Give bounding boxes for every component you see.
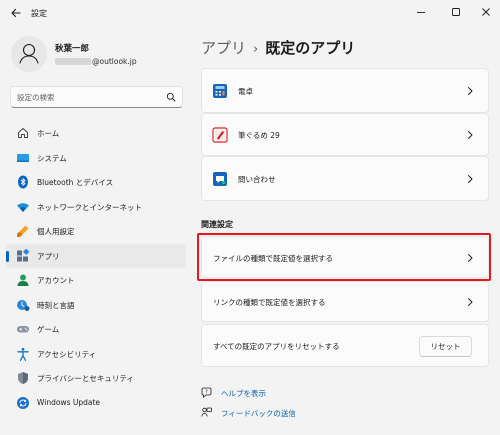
personalization-icon <box>17 225 29 237</box>
app-card-contact-support[interactable]: 問い合わせ <box>201 156 489 201</box>
get-help-label: ヘルプを表示 <box>221 389 266 398</box>
search-icon[interactable] <box>166 92 176 102</box>
sidebar-item-bluetooth[interactable]: Bluetooth とデバイス <box>6 170 186 195</box>
app-card-label: 電卓 <box>238 87 253 96</box>
chevron-right-icon <box>468 175 473 183</box>
sidebar-item-account[interactable]: アカウント <box>6 268 186 293</box>
sidebar-item-label: アプリ <box>37 251 60 261</box>
related-setting-label: ファイルの種類で既定値を選択する <box>213 254 333 263</box>
sidebar-item-label: Windows Update <box>37 397 101 407</box>
sidebar-item-label: システム <box>37 153 67 163</box>
sidebar-item-label: ネットワークとインターネット <box>37 202 142 212</box>
email-suffix: @outlook.jp <box>92 57 137 66</box>
sidebar-item-label: アクセシビリティ <box>37 349 97 359</box>
breadcrumb-parent[interactable]: アプリ <box>201 39 246 57</box>
user-name: 秋葉一郎 <box>55 44 90 54</box>
chevron-right-icon <box>468 87 473 95</box>
time-language-icon <box>17 299 30 311</box>
app-card-fudegurume[interactable]: 筆ぐるめ 29 <box>201 113 489 156</box>
help-icon: ? <box>201 387 212 398</box>
sidebar-item-home[interactable]: ホーム <box>6 121 186 146</box>
account-icon <box>17 274 29 286</box>
minimize-icon[interactable] <box>413 4 429 20</box>
home-icon <box>18 128 28 138</box>
sidebar-item-windows-update[interactable]: Windows Update <box>6 391 186 416</box>
reset-button[interactable]: リセット <box>419 336 472 357</box>
search-input[interactable] <box>17 91 157 104</box>
app-card-label: 問い合わせ <box>238 175 276 184</box>
window-title: 設定 <box>31 9 47 18</box>
feedback-icon <box>201 407 212 417</box>
bluetooth-icon <box>18 175 28 189</box>
sidebar-item-label: ゲーム <box>37 325 60 334</box>
close-icon[interactable] <box>478 4 494 20</box>
contact-support-icon <box>213 172 227 186</box>
app-card-calculator[interactable]: 電卓 <box>201 68 489 113</box>
page-title: 既定のアプリ <box>265 39 356 57</box>
sidebar-item-accessibility[interactable]: アクセシビリティ <box>6 342 186 367</box>
breadcrumb: アプリ › 既定のアプリ <box>201 37 355 58</box>
chevron-right-icon <box>468 131 473 139</box>
sidebar-item-label: アカウント <box>37 276 75 285</box>
chevron-right-icon <box>468 298 473 306</box>
search-box[interactable] <box>10 86 183 108</box>
reset-default-apps: すべての既定のアプリをリセットする リセット <box>201 324 489 367</box>
sidebar-item-network[interactable]: ネットワークとインターネット <box>6 195 186 220</box>
chevron-right-icon <box>468 254 473 262</box>
title-bar: 設定 <box>0 0 500 26</box>
related-settings-heading: 関連設定 <box>201 220 233 229</box>
sidebar-item-privacy[interactable]: プライバシーとセキュリティ <box>6 366 186 391</box>
windows-update-icon <box>17 396 29 409</box>
avatar <box>11 36 47 72</box>
sidebar-item-system[interactable]: システム <box>6 146 186 171</box>
system-icon <box>17 153 29 162</box>
apps-icon <box>17 248 30 261</box>
user-profile[interactable]: 秋葉一郎 @outlook.jp <box>11 36 191 76</box>
sidebar-item-personalization[interactable]: 個人用設定 <box>6 219 186 244</box>
network-icon <box>17 202 29 212</box>
sidebar-item-label: Bluetooth とデバイス <box>37 178 114 187</box>
sidebar-item-time-language[interactable]: 時刻と言語 <box>6 293 186 318</box>
related-setting-label: リンクの種類で既定値を選択する <box>213 298 326 307</box>
shield-icon <box>18 372 28 384</box>
breadcrumb-separator: › <box>253 42 259 57</box>
email-redaction <box>55 58 91 65</box>
maximize-icon[interactable] <box>448 4 464 20</box>
choose-defaults-by-file-type[interactable]: ファイルの種類で既定値を選択する <box>201 236 489 278</box>
sidebar-item-label: 時刻と言語 <box>37 300 75 310</box>
fudegurume-icon <box>212 127 228 143</box>
sidebar-item-label: 個人用設定 <box>37 227 75 236</box>
sidebar-nav: ホーム システム Bluetooth とデバイス ネットワークとインターネット … <box>6 121 186 415</box>
gaming-icon <box>17 326 29 333</box>
sidebar-item-label: ホーム <box>37 129 60 138</box>
sidebar-item-label: プライバシーとセキュリティ <box>37 374 134 383</box>
sidebar-item-apps[interactable]: アプリ <box>6 243 186 268</box>
choose-defaults-by-link-type[interactable]: リンクの種類で既定値を選択する <box>201 281 489 322</box>
sidebar-item-gaming[interactable]: ゲーム <box>6 317 186 342</box>
selection-indicator <box>6 250 9 262</box>
reset-label: すべての既定のアプリをリセットする <box>213 342 340 351</box>
back-arrow-icon[interactable] <box>9 6 23 20</box>
user-email: @outlook.jp <box>55 57 137 66</box>
calculator-icon <box>213 84 227 98</box>
person-icon <box>19 43 39 64</box>
accessibility-icon <box>17 347 29 361</box>
app-card-label: 筆ぐるめ 29 <box>238 131 280 140</box>
svg-text:?: ? <box>205 390 208 396</box>
send-feedback-label: フィードバックの送信 <box>221 409 296 418</box>
